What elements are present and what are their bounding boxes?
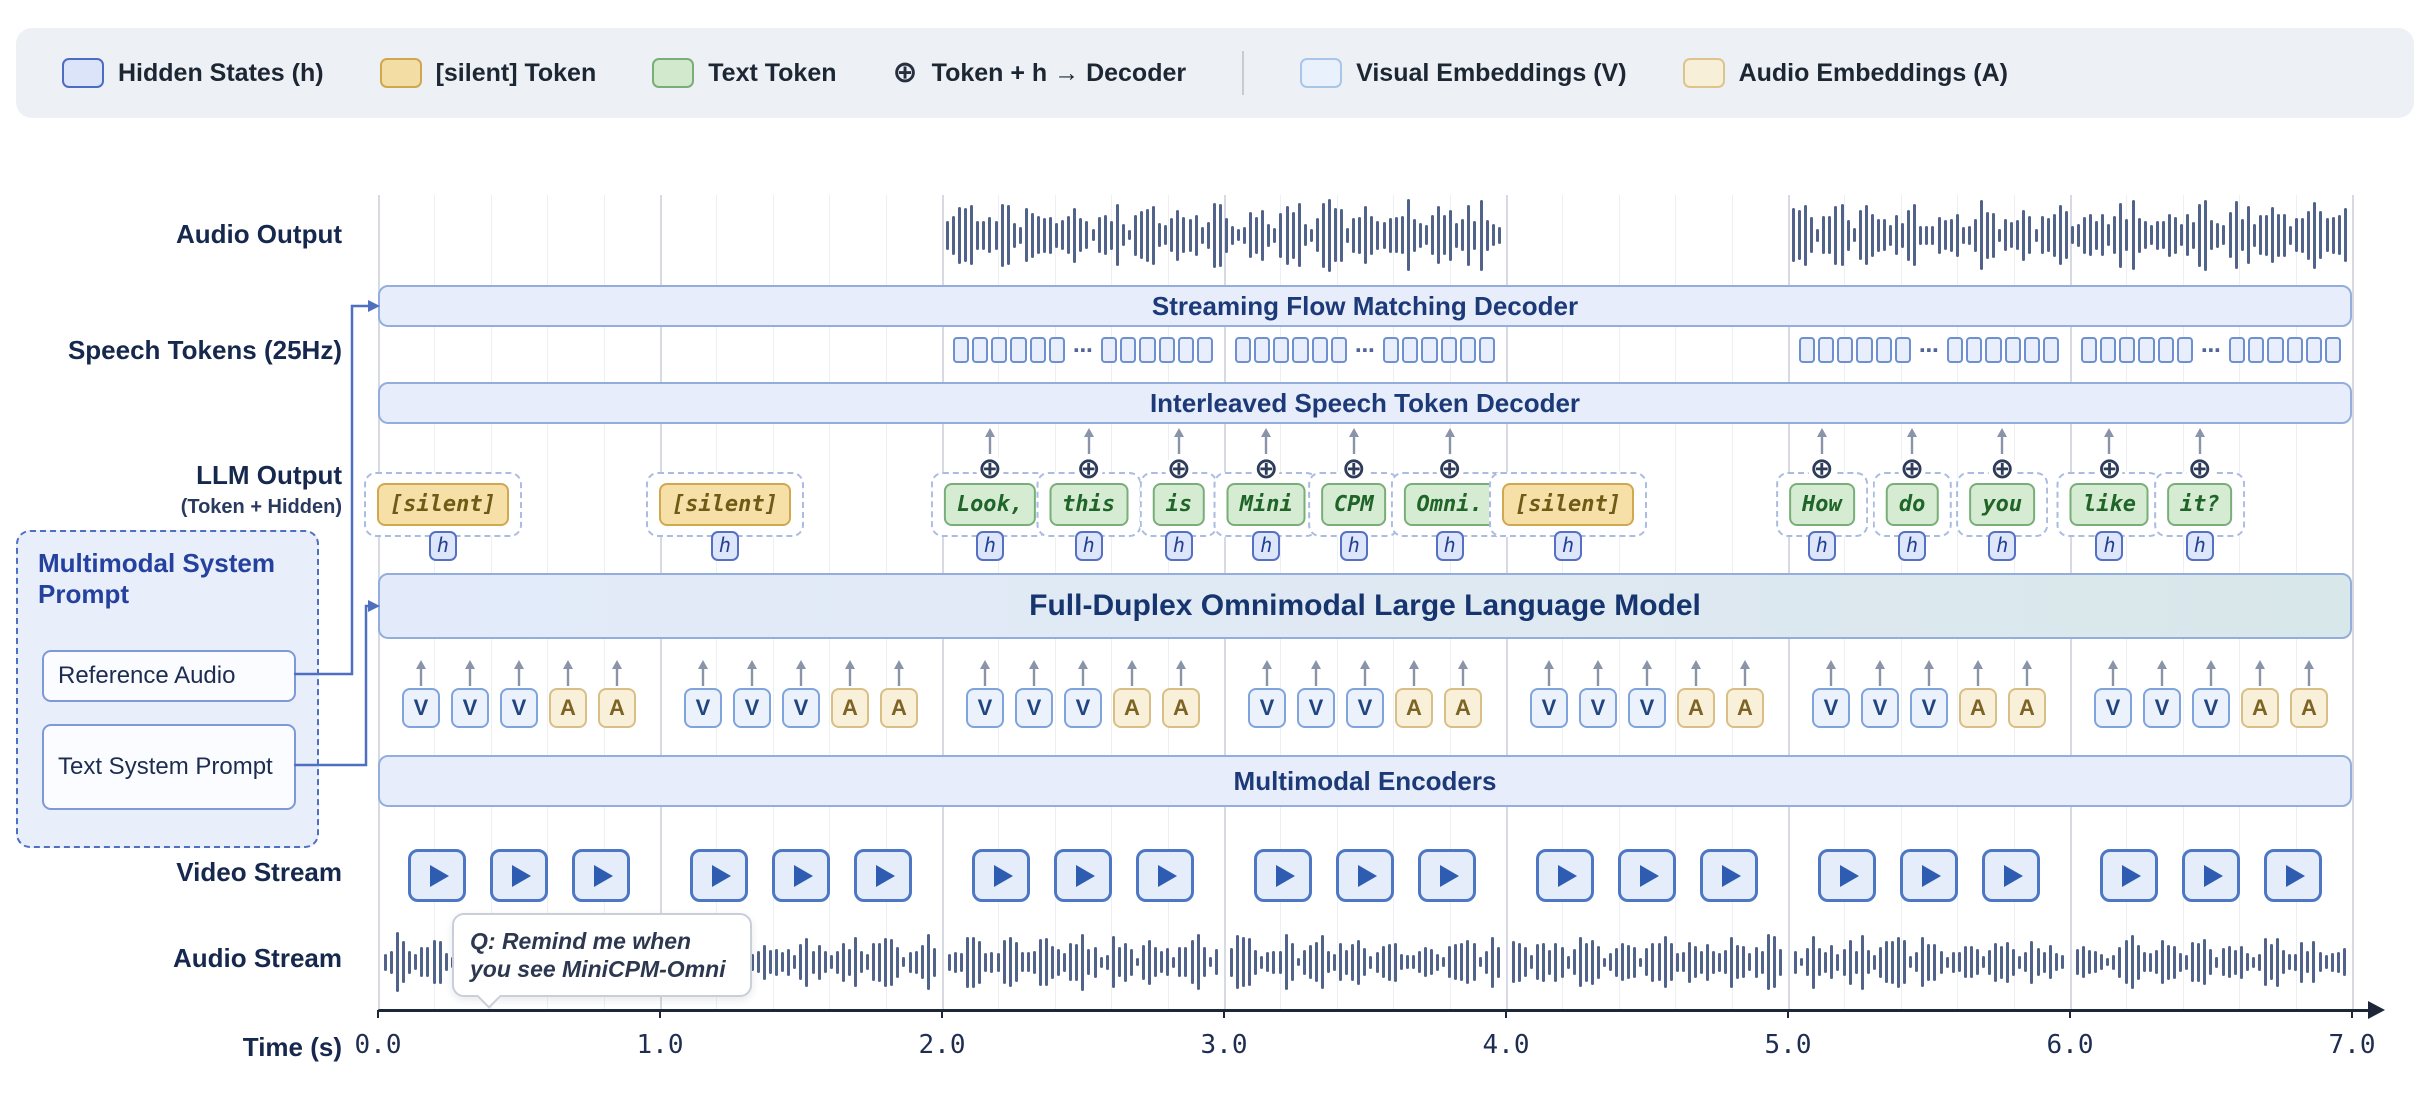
token-hidden-group: [silent] [1489,472,1647,537]
token-label: Look, [944,483,1036,526]
token-label: it? [2167,483,2233,526]
oplus-icon: ⊕ [1988,455,2016,483]
token-label: How [1789,483,1855,526]
llm-bar: Full-Duplex Omnimodal Large Language Mod… [378,573,2352,639]
oplus-icon: ⊕ [1808,455,1836,483]
oplus-icon: ⊕ [1436,455,1464,483]
reference-audio-item: Reference Audio [42,650,296,702]
multimodal-encoders-bar: Multimodal Encoders [378,755,2352,807]
flow-matching-decoder-label: Streaming Flow Matching Decoder [1152,291,1578,322]
prompt-box-title: Multimodal System Prompt [18,532,317,610]
hidden-state-badge: h [1554,531,1582,561]
hidden-state-badge: h [1898,531,1926,561]
hidden-state-badge: h [1988,531,2016,561]
token-label: CPM [1321,483,1387,526]
question-bubble: Q: Remind me when you see MiniCPM-Omni [452,913,752,997]
multimodal-encoders-label: Multimodal Encoders [1234,766,1497,797]
token-label: Omni. [1403,483,1495,526]
hidden-state-badge: h [1808,531,1836,561]
time-tick-label: 3.0 [1201,1030,1248,1060]
speech-token-decoder-label: Interleaved Speech Token Decoder [1150,388,1580,419]
hidden-state-badge: h [2186,531,2214,561]
oplus-icon: ⊕ [1340,455,1368,483]
hidden-state-badge: h [1340,531,1368,561]
hidden-state-badge: h [429,531,457,561]
hidden-state-badge: h [1252,531,1280,561]
hidden-state-badge: h [1436,531,1464,561]
hidden-state-badge: h [711,531,739,561]
text-system-prompt-item: Text System Prompt [42,724,296,810]
token-label: [silent] [1502,483,1634,526]
time-tick-label: 5.0 [1765,1030,1812,1060]
time-tick-label: 0.0 [355,1030,402,1060]
token-label: do [1886,483,1939,526]
time-axis-line [378,1009,2370,1012]
time-tick-label: 1.0 [637,1030,684,1060]
figure-root: Hidden States (h)[silent] TokenText Toke… [0,0,2430,1114]
time-tick-label: 4.0 [1483,1030,1530,1060]
prompt-connectors [292,295,392,780]
token-label: [silent] [377,483,509,526]
llm-bar-label: Full-Duplex Omnimodal Large Language Mod… [1029,589,1701,623]
token-label: you [1969,483,2035,526]
flow-matching-decoder-bar: Streaming Flow Matching Decoder [378,285,2352,327]
oplus-icon: ⊕ [2186,455,2214,483]
time-axis-arrow-icon [2368,1001,2385,1019]
token-label: Mini [1227,483,1306,526]
oplus-icon: ⊕ [1165,455,1193,483]
hidden-state-badge: h [1075,531,1103,561]
oplus-icon: ⊕ [1075,455,1103,483]
question-bubble-text: Q: Remind me when you see MiniCPM-Omni [470,928,726,982]
token-label: is [1153,483,1206,526]
token-label: [silent] [659,483,791,526]
oplus-icon: ⊕ [2095,455,2123,483]
token-label: this [1049,483,1128,526]
time-tick-label: 6.0 [2047,1030,2094,1060]
oplus-icon: ⊕ [1898,455,1926,483]
hidden-state-badge: h [1165,531,1193,561]
speech-token-decoder-bar: Interleaved Speech Token Decoder [378,382,2352,424]
multimodal-system-prompt-box: Multimodal System Prompt Reference Audio… [16,530,319,848]
oplus-icon: ⊕ [976,455,1004,483]
hidden-state-badge: h [2095,531,2123,561]
time-tick-label: 2.0 [919,1030,966,1060]
time-tick-label: 7.0 [2329,1030,2376,1060]
oplus-icon: ⊕ [1252,455,1280,483]
token-label: like [2070,483,2149,526]
hidden-state-badge: h [976,531,1004,561]
token-hidden-group: [silent] [646,472,804,537]
